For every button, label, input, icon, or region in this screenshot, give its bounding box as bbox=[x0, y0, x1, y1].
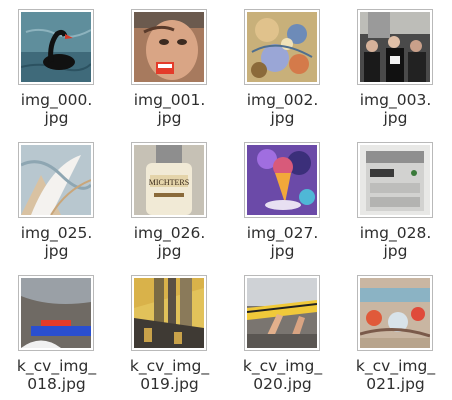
file-grid: img_000. jpg img_001. jpg img_002. jpg i… bbox=[0, 0, 452, 400]
image-thumbnail-crowd-icon[interactable] bbox=[357, 9, 433, 85]
image-thumbnail-building-icon[interactable] bbox=[131, 275, 207, 351]
svg-text:MICHTERS: MICHTERS bbox=[149, 178, 189, 187]
image-thumbnail-copier-icon[interactable] bbox=[357, 142, 433, 218]
file-name-label: img_002. jpg bbox=[246, 91, 319, 127]
file-name-label: k_cv_img_ 021.jpg bbox=[355, 357, 436, 393]
file-item-img-027[interactable]: img_027. jpg bbox=[226, 133, 339, 266]
file-name-label: img_000. jpg bbox=[20, 91, 93, 127]
image-thumbnail-cat-icon[interactable] bbox=[18, 275, 94, 351]
file-item-img-003[interactable]: img_003. jpg bbox=[339, 0, 452, 133]
file-name-label: img_003. jpg bbox=[359, 91, 432, 127]
file-item-img-001[interactable]: img_001. jpg bbox=[113, 0, 226, 133]
image-thumbnail-bottle-icon[interactable]: MICHTERS bbox=[131, 142, 207, 218]
file-name-label: img_001. jpg bbox=[133, 91, 206, 127]
file-item-img-025[interactable]: img_025. jpg bbox=[0, 133, 113, 266]
file-name-label: img_027. jpg bbox=[246, 224, 319, 260]
file-item-img-000[interactable]: img_000. jpg bbox=[0, 0, 113, 133]
image-thumbnail-pattern-icon[interactable] bbox=[357, 275, 433, 351]
file-name-label: k_cv_img_ 018.jpg bbox=[16, 357, 97, 393]
image-thumbnail-arms-icon[interactable] bbox=[244, 275, 320, 351]
file-name-label: img_028. jpg bbox=[359, 224, 432, 260]
file-item-img-002[interactable]: img_002. jpg bbox=[226, 0, 339, 133]
file-item-k-cv-img-018[interactable]: k_cv_img_ 018.jpg bbox=[0, 266, 113, 399]
file-name-label: k_cv_img_ 020.jpg bbox=[242, 357, 323, 393]
file-item-img-028[interactable]: img_028. jpg bbox=[339, 133, 452, 266]
image-thumbnail-feather-icon[interactable] bbox=[18, 142, 94, 218]
image-thumbnail-ice-cream-icon[interactable] bbox=[244, 142, 320, 218]
file-name-label: img_025. jpg bbox=[20, 224, 93, 260]
file-item-k-cv-img-021[interactable]: k_cv_img_ 021.jpg bbox=[339, 266, 452, 399]
image-thumbnail-floral-icon[interactable] bbox=[244, 9, 320, 85]
file-item-k-cv-img-020[interactable]: k_cv_img_ 020.jpg bbox=[226, 266, 339, 399]
file-name-label: k_cv_img_ 019.jpg bbox=[129, 357, 210, 393]
file-item-img-026[interactable]: MICHTERS img_026. jpg bbox=[113, 133, 226, 266]
file-name-label: img_026. jpg bbox=[133, 224, 206, 260]
image-thumbnail-face-icon[interactable] bbox=[131, 9, 207, 85]
image-thumbnail-black-swan-icon[interactable] bbox=[18, 9, 94, 85]
file-item-k-cv-img-019[interactable]: k_cv_img_ 019.jpg bbox=[113, 266, 226, 399]
